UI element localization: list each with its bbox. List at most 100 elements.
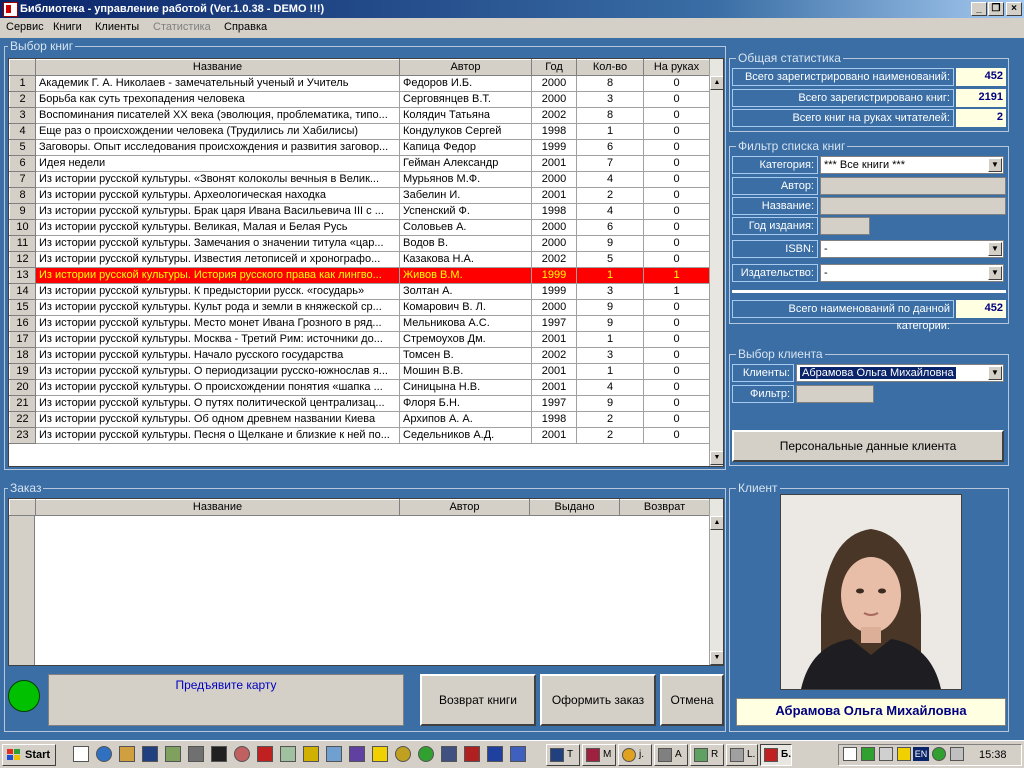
book-author-cell[interactable]: Комарович В. Л. bbox=[399, 299, 532, 316]
book-title-cell[interactable]: Из истории русской культуры. Культ рода … bbox=[35, 299, 400, 316]
table-row[interactable]: 19 Из истории русской культуры. О периоди… bbox=[9, 363, 710, 380]
book-year-cell[interactable]: 2002 bbox=[531, 107, 577, 124]
book-qty-cell[interactable]: 1 bbox=[576, 363, 644, 380]
menu-help[interactable]: Справка bbox=[224, 21, 267, 33]
order-scrollbar[interactable]: ▲ ▼ bbox=[709, 499, 723, 665]
col-header-onhand[interactable]: На руках bbox=[643, 59, 710, 76]
row-number[interactable]: 11 bbox=[9, 235, 36, 252]
table-row[interactable]: 15 Из истории русской культуры. Культ род… bbox=[9, 299, 710, 316]
book-onhand-cell[interactable]: 1 bbox=[643, 267, 710, 284]
book-title-cell[interactable]: Из истории русской культуры. Москва - Тр… bbox=[35, 331, 400, 348]
table-row[interactable]: 11 Из истории русской культуры. Замечания… bbox=[9, 235, 710, 252]
book-onhand-cell[interactable]: 0 bbox=[643, 107, 710, 124]
book-author-cell[interactable]: Архипов А. А. bbox=[399, 411, 532, 428]
book-qty-cell[interactable]: 8 bbox=[576, 107, 644, 124]
book-author-cell[interactable]: Успенский Ф. bbox=[399, 203, 532, 220]
minimize-button[interactable]: _ bbox=[971, 2, 987, 16]
book-title-cell[interactable]: Заговоры. Опыт исследования происхождени… bbox=[35, 139, 400, 156]
table-row[interactable]: 1 Академик Г. А. Николаев - замечательный… bbox=[9, 75, 710, 92]
book-author-cell[interactable]: Кондулуков Сергей bbox=[399, 123, 532, 140]
scroll-up-arrow-icon[interactable]: ▲ bbox=[710, 76, 723, 90]
start-button[interactable]: Start bbox=[2, 744, 56, 766]
chevron-down-icon[interactable]: ▼ bbox=[988, 242, 1002, 256]
row-number[interactable]: 12 bbox=[9, 251, 36, 268]
book-onhand-cell[interactable]: 0 bbox=[643, 331, 710, 348]
book-app-icon[interactable] bbox=[464, 746, 480, 762]
book-qty-cell[interactable]: 2 bbox=[576, 187, 644, 204]
book-qty-cell[interactable]: 1 bbox=[576, 331, 644, 348]
flower-icon[interactable] bbox=[234, 746, 250, 762]
tool-icon[interactable] bbox=[165, 746, 181, 762]
book-year-cell[interactable]: 1998 bbox=[531, 411, 577, 428]
book-onhand-cell[interactable]: 0 bbox=[643, 251, 710, 268]
table-row[interactable]: 16 Из истории русской культуры. Место мон… bbox=[9, 315, 710, 332]
row-number[interactable]: 3 bbox=[9, 107, 36, 124]
book-title-cell[interactable]: Из истории русской культуры. К предыстор… bbox=[35, 283, 400, 300]
folder-app-icon[interactable] bbox=[372, 746, 388, 762]
book-title-cell[interactable]: Из истории русской культуры. О периодиза… bbox=[35, 363, 400, 380]
book-author-cell[interactable]: Томсен В. bbox=[399, 347, 532, 364]
book-author-cell[interactable]: Забелин И. bbox=[399, 187, 532, 204]
return-book-button[interactable]: Возврат книги bbox=[420, 674, 536, 726]
book-qty-cell[interactable]: 7 bbox=[576, 155, 644, 172]
book-year-cell[interactable]: 1998 bbox=[531, 203, 577, 220]
book-qty-cell[interactable]: 1 bbox=[576, 123, 644, 140]
player-icon[interactable] bbox=[418, 746, 434, 762]
table-row[interactable]: 4 Еще раз о происхождении человека (Труди… bbox=[9, 123, 710, 140]
book-author-cell[interactable]: Мошин В.В. bbox=[399, 363, 532, 380]
publisher-combo[interactable]: - ▼ bbox=[820, 264, 1004, 282]
book-title-cell[interactable]: Академик Г. А. Николаев - замечательный … bbox=[35, 75, 400, 92]
book-qty-cell[interactable]: 2 bbox=[576, 427, 644, 444]
row-number[interactable]: 2 bbox=[9, 91, 36, 108]
task-button-r[interactable]: R bbox=[690, 744, 724, 766]
row-number[interactable]: 1 bbox=[9, 75, 36, 92]
order-col-return[interactable]: Возврат bbox=[619, 499, 710, 516]
book-title-cell[interactable]: Из истории русской культуры. История рус… bbox=[35, 267, 400, 284]
book-onhand-cell[interactable]: 0 bbox=[643, 75, 710, 92]
table-row[interactable]: 5 Заговоры. Опыт исследования происхожден… bbox=[9, 139, 710, 156]
book-year-cell[interactable]: 1999 bbox=[531, 267, 577, 284]
col-header-year[interactable]: Год bbox=[531, 59, 577, 76]
table-row[interactable]: 6 Идея недели Гейман Александр 2001 7 0 bbox=[9, 155, 710, 172]
book-onhand-cell[interactable]: 0 bbox=[643, 123, 710, 140]
task-button-j[interactable]: j. bbox=[618, 744, 652, 766]
book-title-cell[interactable]: Идея недели bbox=[35, 155, 400, 172]
language-indicator[interactable]: EN bbox=[913, 747, 929, 761]
book-year-cell[interactable]: 1999 bbox=[531, 139, 577, 156]
table-row[interactable]: 20 Из истории русской культуры. О происхо… bbox=[9, 379, 710, 396]
book-author-cell[interactable]: Гейман Александр bbox=[399, 155, 532, 172]
book-onhand-cell[interactable]: 0 bbox=[643, 299, 710, 316]
table-row[interactable]: 10 Из истории русской культуры. Великая, … bbox=[9, 219, 710, 236]
book-qty-cell[interactable]: 3 bbox=[576, 283, 644, 300]
ant-icon[interactable] bbox=[280, 746, 296, 762]
book-year-cell[interactable]: 2002 bbox=[531, 347, 577, 364]
row-number[interactable]: 14 bbox=[9, 283, 36, 300]
console-icon[interactable] bbox=[211, 746, 227, 762]
book-title-cell[interactable]: Из истории русской культуры. Замечания о… bbox=[35, 235, 400, 252]
book-author-cell[interactable]: Колядич Татьяна bbox=[399, 107, 532, 124]
book-year-cell[interactable]: 2000 bbox=[531, 75, 577, 92]
book-year-cell[interactable]: 2001 bbox=[531, 379, 577, 396]
book-title-cell[interactable]: Из истории русской культуры. Начало русс… bbox=[35, 347, 400, 364]
book-title-cell[interactable]: Еще раз о происхождении человека (Трудил… bbox=[35, 123, 400, 140]
keyboard-icon[interactable] bbox=[188, 746, 204, 762]
book-year-cell[interactable]: 1998 bbox=[531, 123, 577, 140]
row-number[interactable]: 21 bbox=[9, 395, 36, 412]
row-number[interactable]: 5 bbox=[9, 139, 36, 156]
book-author-cell[interactable]: Водов В. bbox=[399, 235, 532, 252]
book-title-cell[interactable]: Из истории русской культуры. Археологиче… bbox=[35, 187, 400, 204]
book-author-cell[interactable]: Золтан А. bbox=[399, 283, 532, 300]
book-onhand-cell[interactable]: 0 bbox=[643, 379, 710, 396]
grid-app-icon[interactable] bbox=[349, 746, 365, 762]
volume-icon[interactable] bbox=[950, 747, 964, 761]
book-title-cell[interactable]: Из истории русской культуры. Песня о Щел… bbox=[35, 427, 400, 444]
table-row[interactable]: 18 Из истории русской культуры. Начало ру… bbox=[9, 347, 710, 364]
book-title-cell[interactable]: Из истории русской культуры. «Звонят кол… bbox=[35, 171, 400, 188]
restore-button[interactable]: ❐ bbox=[988, 2, 1004, 16]
row-number[interactable]: 17 bbox=[9, 331, 36, 348]
book-year-cell[interactable]: 2001 bbox=[531, 187, 577, 204]
book-year-cell[interactable]: 2001 bbox=[531, 331, 577, 348]
table-row[interactable]: 14 Из истории русской культуры. К предыст… bbox=[9, 283, 710, 300]
tray-app-icon[interactable] bbox=[861, 747, 875, 761]
book-qty-cell[interactable]: 9 bbox=[576, 315, 644, 332]
